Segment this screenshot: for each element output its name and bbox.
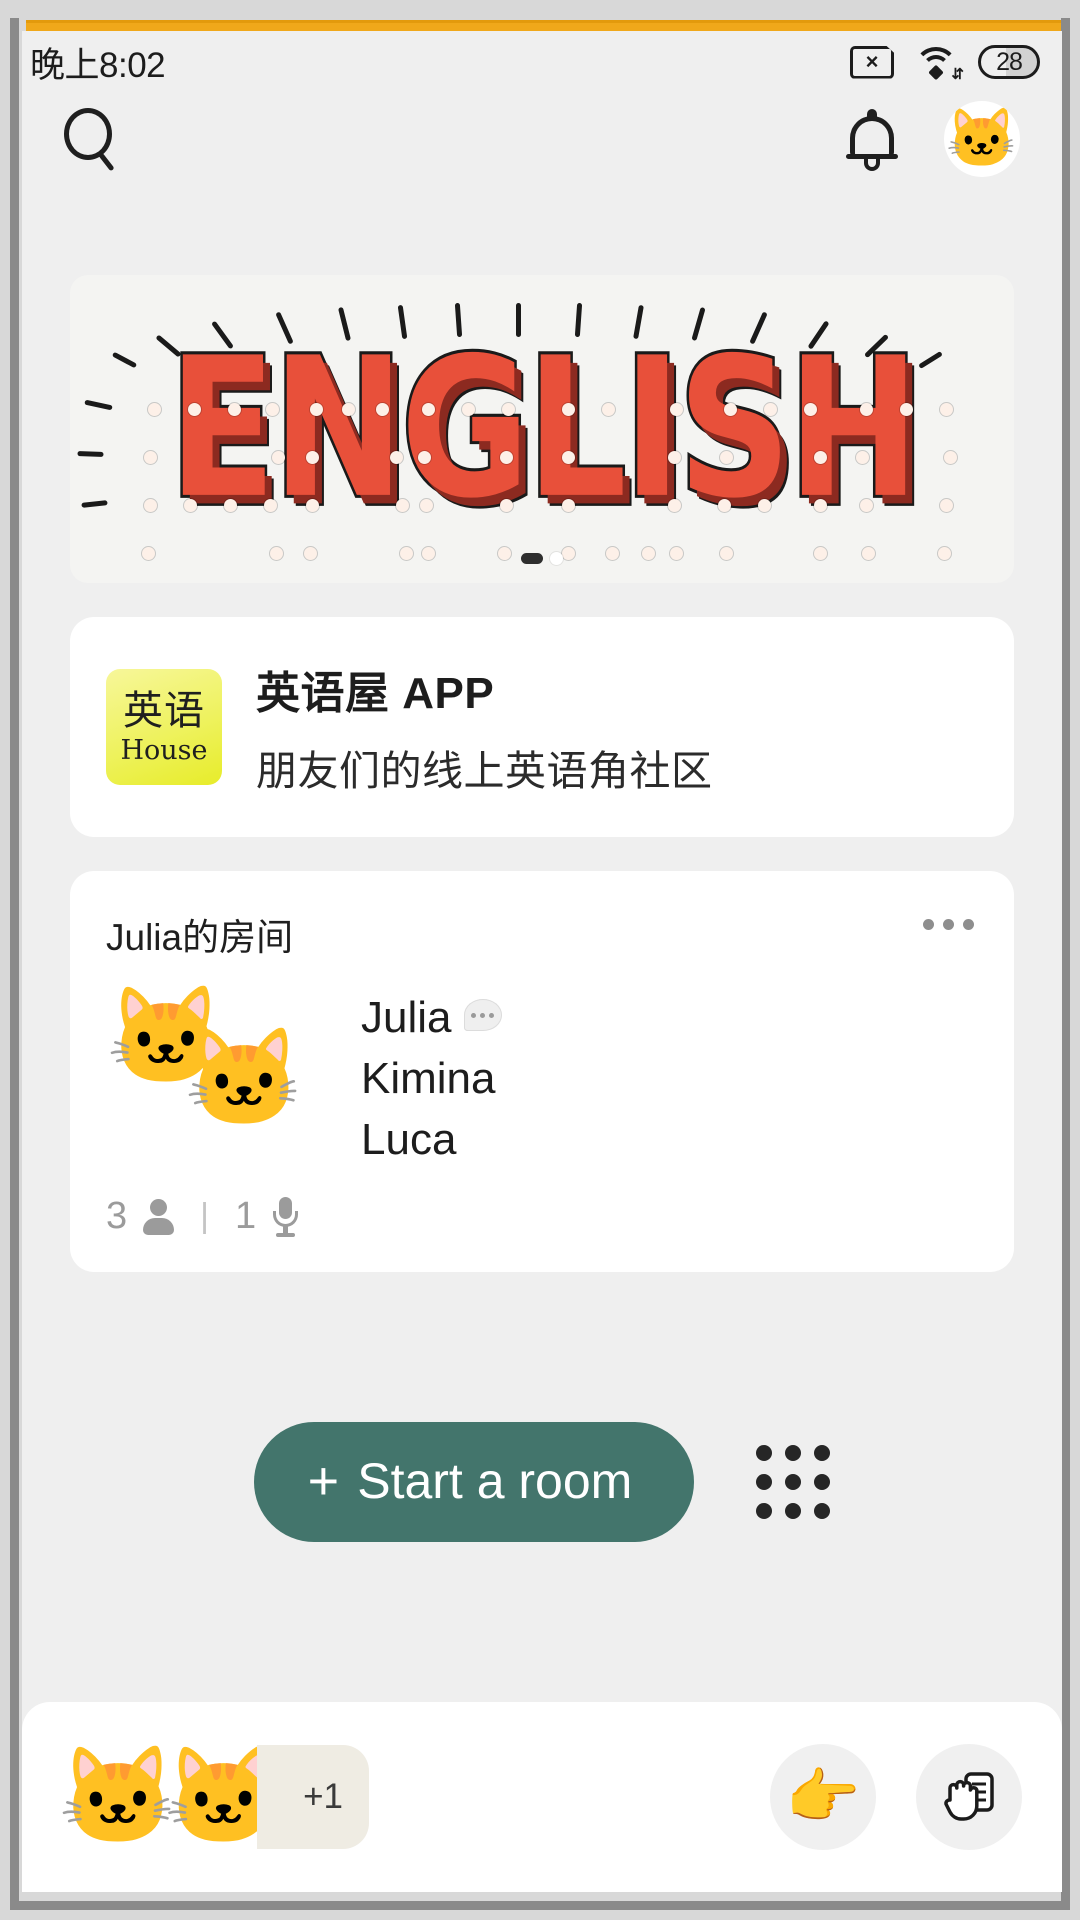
- avatar-overflow-badge: +1: [257, 1745, 369, 1849]
- list-item: Julia: [361, 993, 502, 1043]
- member-name: Luca: [361, 1115, 457, 1164]
- mic-base: [276, 1232, 296, 1237]
- search-icon-ring: [64, 108, 112, 160]
- person-body: [143, 1217, 175, 1235]
- status-bar-icons: × ⇵ 28: [850, 45, 1040, 82]
- carousel-indicator: [521, 552, 563, 565]
- grid-dot-4: [756, 1474, 773, 1490]
- grid-dot-7: [756, 1503, 773, 1519]
- mic-stem: [283, 1224, 289, 1233]
- more-options-icon[interactable]: [919, 907, 978, 942]
- wifi-traffic-arrows-icon: ⇵: [951, 65, 964, 83]
- main-content: ENGLISH 英语 House 英语屋 APP 朋友们的线上英语角社区 Jul…: [22, 275, 1062, 1542]
- bottom-avatar-1: 🐱: [58, 1743, 178, 1850]
- room-avatar-2: 🐱: [184, 1025, 304, 1132]
- speaking-bubble-icon: [463, 999, 502, 1031]
- sim-card-off-glyph: ×: [865, 49, 879, 74]
- room-member-list: Julia Kimina Luca: [361, 989, 502, 1165]
- carousel-dot-inactive[interactable]: [550, 552, 563, 565]
- app-header: 🐱: [22, 93, 1062, 185]
- room-avatar-stack: 🐱 🐱: [106, 989, 331, 1149]
- room-card-header: Julia的房间: [106, 907, 978, 961]
- raise-hand-document-icon[interactable]: [916, 1744, 1022, 1850]
- bubble-dot-2: [480, 1012, 485, 1018]
- hand-document-svg: [944, 1772, 994, 1821]
- status-bar: 晚上8:02 × ⇵ 28: [22, 31, 1062, 93]
- more-dot-2: [943, 919, 954, 930]
- bottom-avatar-group[interactable]: 🐱 🐱 +1: [58, 1737, 369, 1857]
- app-info-text: 英语屋 APP 朋友们的线上英语角社区: [256, 657, 713, 797]
- person-head: [150, 1198, 168, 1216]
- app-info-card[interactable]: 英语 House 英语屋 APP 朋友们的线上英语角社区: [70, 617, 1014, 837]
- wifi-icon: ⇵: [913, 45, 964, 82]
- grid-dot-2: [785, 1445, 802, 1461]
- bell-body: [850, 116, 894, 158]
- plus-icon: +: [307, 1450, 340, 1511]
- grid-dot-5: [785, 1474, 802, 1490]
- grid-dot-8: [785, 1503, 802, 1519]
- person-icon: [143, 1198, 175, 1235]
- room-stats: 3 | 1: [106, 1195, 978, 1238]
- status-bar-time: 晚上8:02: [30, 45, 166, 85]
- app-logo: 英语 House: [106, 669, 222, 785]
- frame-left-border: [10, 18, 19, 1902]
- more-dot-3: [963, 919, 974, 930]
- grid-dot-6: [814, 1474, 831, 1490]
- grid-dot-1: [756, 1445, 773, 1461]
- start-room-button[interactable]: + Start a room: [253, 1422, 695, 1542]
- banner-artwork: ENGLISH: [70, 275, 1014, 583]
- cta-row: + Start a room: [70, 1422, 1014, 1542]
- frame-bottom-border: [10, 1901, 1070, 1910]
- bottom-action-group: 👉: [770, 1744, 1022, 1850]
- app-logo-chinese: 英语: [123, 688, 205, 733]
- room-title: Julia的房间: [106, 917, 294, 958]
- frame-top-accent-bar: [26, 20, 1064, 31]
- member-name: Julia: [361, 993, 452, 1042]
- speaker-count: 1: [234, 1195, 257, 1237]
- banner-word: ENGLISH: [166, 314, 922, 545]
- app-logo-english: House: [120, 734, 208, 766]
- search-icon-handle: [98, 152, 115, 172]
- bubble-dot-1: [471, 1012, 476, 1018]
- room-card-body: 🐱 🐱 Julia Kimina Luca: [106, 989, 978, 1165]
- notification-bell-icon[interactable]: [846, 109, 898, 171]
- grid-apps-icon[interactable]: [756, 1445, 831, 1519]
- bell-clapper: [864, 158, 880, 171]
- screenshot-frame: 晚上8:02 × ⇵ 28 🐱 ENGLISH 英语 House 英语屋 APP…: [0, 0, 1080, 1920]
- carousel-dot-active[interactable]: [521, 553, 543, 564]
- header-right-group: 🐱: [846, 101, 1020, 177]
- battery-icon: 28: [978, 45, 1040, 79]
- battery-level-label: 28: [996, 47, 1023, 76]
- search-icon[interactable]: [62, 108, 124, 172]
- more-dot-1: [923, 919, 934, 930]
- list-item: Luca: [361, 1115, 502, 1165]
- start-room-label: Start a room: [357, 1453, 633, 1509]
- member-name: Kimina: [361, 1054, 496, 1103]
- grid-dot-3: [814, 1445, 831, 1461]
- avatar[interactable]: 🐱: [944, 101, 1020, 177]
- stats-separator: |: [200, 1197, 209, 1235]
- sim-card-off-icon: ×: [850, 45, 894, 79]
- app-title: 英语屋 APP: [256, 669, 495, 718]
- pointing-hand-icon[interactable]: 👉: [770, 1744, 876, 1850]
- list-item: Kimina: [361, 1054, 502, 1104]
- bubble-dot-3: [489, 1012, 494, 1018]
- microphone-icon: [272, 1196, 299, 1237]
- room-card[interactable]: Julia的房间 🐱 🐱 Julia Kimina Luca 3 | 1: [70, 871, 1014, 1272]
- phone-screen: 晚上8:02 × ⇵ 28 🐱 ENGLISH 英语 House 英语屋 APP…: [22, 31, 1062, 1892]
- bottom-bar: 🐱 🐱 +1 👉: [22, 1702, 1062, 1892]
- promo-banner-carousel[interactable]: ENGLISH: [70, 275, 1014, 583]
- people-count: 3: [106, 1195, 128, 1237]
- frame-right-border: [1061, 18, 1070, 1902]
- app-subtitle: 朋友们的线上英语角社区: [256, 748, 713, 794]
- grid-dot-9: [814, 1503, 831, 1519]
